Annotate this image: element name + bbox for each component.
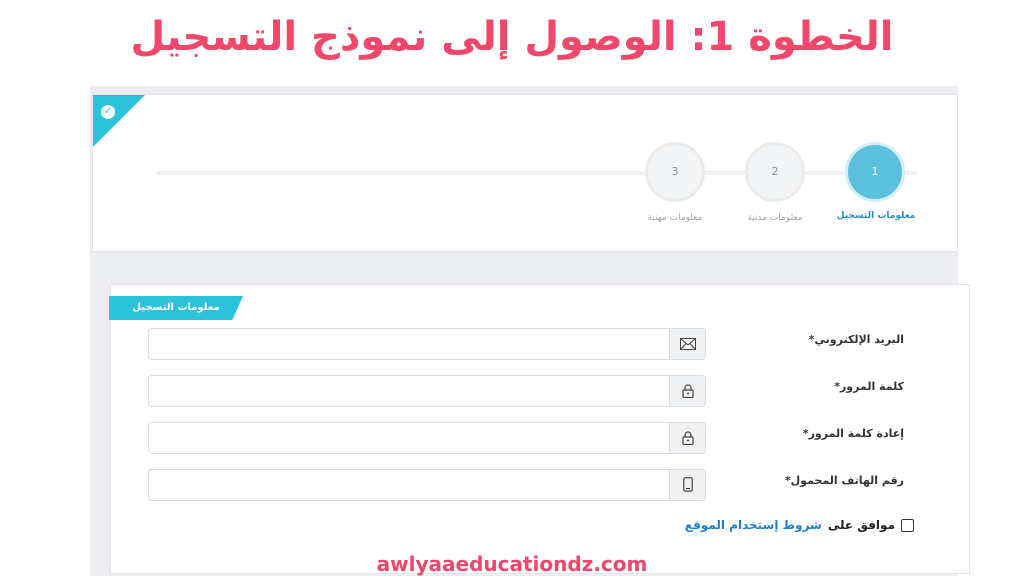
mobile-field-wrap xyxy=(148,469,706,502)
step-3-label: معلومات مهنية xyxy=(647,213,703,223)
mobile-icon xyxy=(669,470,705,500)
mobile-label: رقم الهاتف المحمول* xyxy=(784,474,904,487)
step-number: 2 xyxy=(771,165,779,178)
step-1-circle[interactable]: 1 xyxy=(845,142,905,202)
lock-icon xyxy=(669,376,705,406)
confirm-password-label: إعادة كلمة المرور* xyxy=(802,427,904,440)
step-3-circle[interactable]: 3 xyxy=(645,142,705,202)
step-number: 1 xyxy=(871,165,879,178)
page-headline: الخطوة 1: الوصول إلى نموذج التسجيل xyxy=(130,14,894,60)
password-label: كلمة المرور* xyxy=(834,380,904,393)
step-number: 3 xyxy=(671,165,679,178)
site-watermark: awlyaaeducationdz.com xyxy=(376,552,648,576)
terms-agreement: موافق على شروط إستخدام الموقع xyxy=(685,518,914,532)
terms-link[interactable]: شروط إستخدام الموقع xyxy=(685,518,822,532)
step-2-label: معلومات مدنية xyxy=(747,213,803,223)
password-field[interactable] xyxy=(149,376,673,408)
email-label: البريد الإلكتروني* xyxy=(808,333,904,346)
confirm-password-field-wrap xyxy=(148,422,706,455)
mobile-field[interactable] xyxy=(149,470,673,502)
email-field-wrap xyxy=(148,328,706,361)
email-field[interactable] xyxy=(149,329,673,361)
lock-icon xyxy=(669,423,705,453)
password-field-wrap xyxy=(148,375,706,408)
section-ribbon: معلومات التسجيل xyxy=(109,296,243,320)
check-icon: ✓ xyxy=(101,105,115,119)
agree-text: موافق على xyxy=(827,518,895,532)
confirm-password-field[interactable] xyxy=(149,423,673,455)
corner-badge xyxy=(93,95,145,147)
envelope-icon xyxy=(669,329,705,359)
step-1-label: معلومات التسجيل xyxy=(836,211,916,221)
stepper-card: ✓ 1 معلومات التسجيل 2 معلومات مدنية 3 مع… xyxy=(92,94,958,252)
step-2-circle[interactable]: 2 xyxy=(745,142,805,202)
terms-checkbox[interactable] xyxy=(901,518,914,532)
